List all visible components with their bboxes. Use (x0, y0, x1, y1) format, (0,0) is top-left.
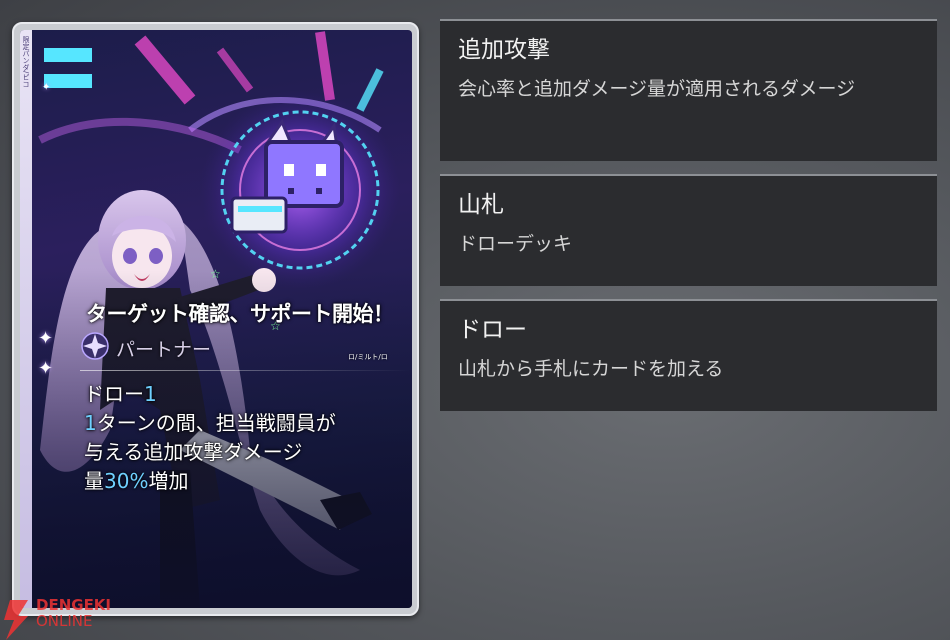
sparkle-icon: ✦ (42, 82, 51, 93)
card-title: ターゲット確認、サポート開始！ (86, 302, 394, 326)
card-effect-text: ドロー1 1ターンの間、担当戦闘員が 与える追加攻撃ダメージ 量30%増加 (84, 380, 336, 496)
watermark-line-1: DENGEKI (36, 596, 112, 614)
glossary-term: ドロー (458, 317, 527, 343)
svg-text:☆: ☆ (210, 267, 221, 281)
glossary-description: 会心率と追加ダメージ量が適用されるダメージ (458, 78, 856, 100)
effect-line-2: 1ターンの間、担当戦闘員が (84, 411, 336, 435)
glossary-panel-follow-up-attack: 追加攻撃 会心率と追加ダメージ量が適用されるダメージ (440, 19, 937, 161)
sparkle-icon: ✦ (38, 328, 54, 349)
glossary-panel-draw: ドロー 山札から手札にカードを加える (440, 299, 937, 411)
turn-count: 1 (84, 411, 97, 435)
glossary-description: ドローデッキ (458, 233, 573, 255)
damage-increase-value: 30% (104, 469, 149, 493)
card-side-strip: 限定パンダ/ピコ (20, 30, 32, 608)
glossary-panel-deck: 山札 ドローデッキ (440, 174, 937, 286)
draw-count: 1 (144, 382, 157, 406)
watermark-line-2: ONLINE (36, 612, 93, 630)
card-strip-text: 限定パンダ/ピコ (22, 36, 30, 88)
sparkle-star-icon (81, 332, 109, 360)
effect-line-4: 量30%増加 (84, 469, 189, 493)
glossary-term: 追加攻撃 (458, 37, 550, 63)
effect-line-1: ドロー1 (84, 382, 157, 406)
glossary-term: 山札 (458, 192, 504, 218)
effect-line-3: 与える追加攻撃ダメージ (84, 440, 303, 464)
sparkle-icon: ✦ (38, 358, 54, 379)
card-type-label: パートナー (116, 339, 212, 361)
glossary-description: 山札から手札にカードを加える (458, 358, 724, 380)
card-divider (80, 370, 410, 371)
partner-card[interactable]: ☆ ☆ 限定パンダ/ピコ ✦ ✦ ✦ ターゲット確認、サポート開始！ パートナー… (20, 30, 412, 608)
card-small-tag: ロ/ミルト/ロ (348, 353, 388, 361)
